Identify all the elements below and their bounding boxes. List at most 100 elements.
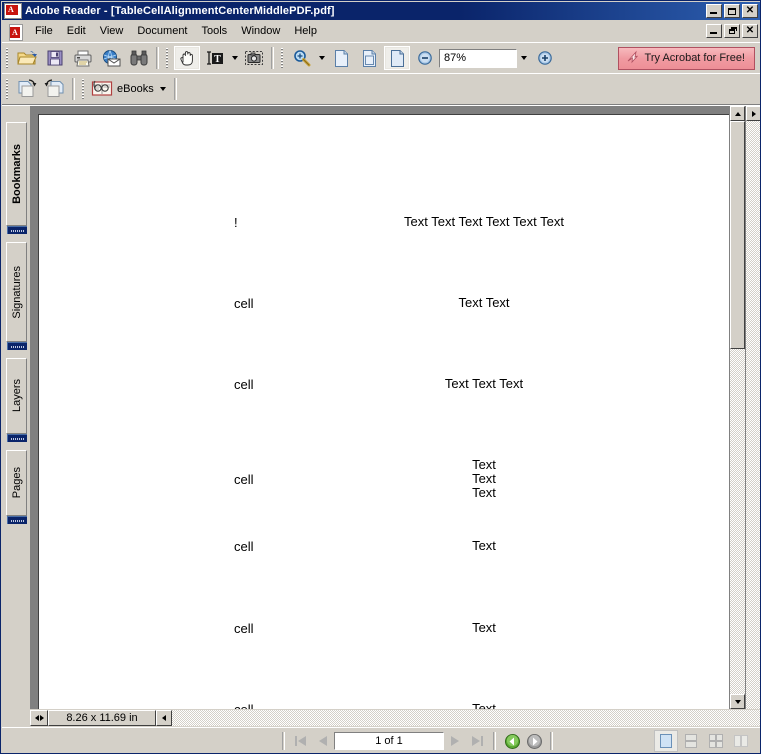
page-size-bar: 8.26 x 11.69 in: [2, 709, 760, 727]
binoculars-search-icon[interactable]: [126, 46, 152, 70]
status-separator-1: [282, 732, 285, 750]
document-vertical-scrollbar[interactable]: [745, 106, 760, 709]
toolbar-grip-navigation[interactable]: [5, 78, 11, 100]
menu-item-document[interactable]: Document: [130, 22, 194, 40]
layers-tab-handle[interactable]: [7, 434, 27, 442]
table-cell-text-line: Text: [472, 485, 496, 500]
page-scroll-down-button[interactable]: [730, 694, 745, 709]
table-cell-text: Text Text Text: [339, 377, 629, 391]
zoom-level-input[interactable]: 87%: [439, 48, 517, 68]
adobe-reader-window: Adobe Reader - [TableCellAlignmentCenter…: [0, 0, 761, 754]
text-select-icon[interactable]: T: [202, 46, 228, 70]
table-cell-text: Text Text: [339, 296, 629, 310]
sidebar-tab-bookmarks[interactable]: Bookmarks: [6, 122, 27, 226]
title-bar: Adobe Reader - [TableCellAlignmentCenter…: [2, 2, 760, 20]
sidebar-tab-layers[interactable]: Layers: [6, 358, 27, 434]
table-cell-text-line: Text Text Text: [444, 376, 524, 391]
zoom-level-dropdown-icon[interactable]: [517, 48, 531, 68]
toolbar-grip-zoom[interactable]: [280, 47, 286, 69]
try-acrobat-promo-button[interactable]: Try Acrobat for Free!: [617, 46, 755, 70]
printer-icon[interactable]: [70, 46, 96, 70]
page-scroll-up-button[interactable]: [730, 106, 745, 121]
text-select-dropdown-icon[interactable]: [229, 47, 240, 69]
document-view[interactable]: ! Text Text Text Text Text Text cell Tex…: [31, 106, 760, 709]
single-page-view-icon[interactable]: [654, 730, 678, 752]
sidebar-tab-pages[interactable]: Pages: [6, 450, 27, 516]
table-cell-label: !: [234, 215, 238, 230]
toolbar-separator-1: [156, 47, 159, 69]
email-globe-icon[interactable]: [98, 46, 124, 70]
document-minimize-button[interactable]: [706, 24, 722, 38]
table-cell-text: Text: [339, 539, 629, 553]
page-number-input[interactable]: 1 of 1: [334, 732, 444, 750]
document-restore-button[interactable]: [724, 24, 740, 38]
continuous-facing-view-icon[interactable]: [704, 730, 728, 752]
ebooks-book-icon: [91, 78, 113, 101]
menu-item-view[interactable]: View: [93, 22, 131, 40]
forward-gray-circle-icon[interactable]: [523, 731, 545, 752]
pdf-page: ! Text Text Text Text Text Text cell Tex…: [38, 114, 738, 709]
svg-text:T: T: [214, 54, 221, 65]
horizontal-resize-icon[interactable]: [30, 710, 48, 726]
next-view-page-icon[interactable]: [42, 77, 68, 101]
menu-item-window[interactable]: Window: [234, 22, 287, 40]
last-page-icon[interactable]: [466, 731, 488, 752]
maximize-button[interactable]: [724, 4, 740, 18]
hand-tool-icon[interactable]: [174, 46, 200, 70]
table-cell-text: Text: [339, 621, 629, 635]
workspace: Bookmarks Signatures Layers Pages ! Text…: [2, 105, 760, 709]
sidebar-tab-bookmarks-label: Bookmarks: [10, 144, 23, 204]
table-cell-label: cell: [234, 702, 254, 709]
horizontal-scroll-track[interactable]: [156, 710, 760, 726]
ebooks-button[interactable]: eBooks: [89, 77, 171, 101]
ebooks-dropdown-icon[interactable]: [158, 78, 169, 100]
zoom-in-circle-icon[interactable]: [532, 46, 558, 70]
actual-size-page-icon[interactable]: [328, 46, 354, 70]
bookmarks-tab-handle[interactable]: [7, 226, 27, 234]
fit-width-page-icon[interactable]: [384, 46, 410, 70]
table-cell-text-line: Text: [472, 471, 496, 486]
menu-item-tools[interactable]: Tools: [195, 22, 235, 40]
table-cell-text-line: Text: [472, 457, 496, 472]
document-window-icon[interactable]: A: [7, 23, 24, 41]
try-acrobat-promo-label: Try Acrobat for Free!: [644, 52, 745, 64]
adobe-reader-app-icon: [4, 3, 22, 19]
save-floppy-icon[interactable]: [42, 46, 68, 70]
fit-page-icon[interactable]: [356, 46, 382, 70]
toolbar-grip-tools[interactable]: [165, 47, 171, 69]
sidebar-tab-pages-label: Pages: [10, 467, 23, 499]
snapshot-camera-icon[interactable]: [241, 46, 267, 70]
menu-item-file[interactable]: File: [28, 22, 60, 40]
toolbar-grip-file[interactable]: [5, 47, 11, 69]
pages-tab-handle[interactable]: [7, 516, 27, 524]
toolbar-grip-ebooks[interactable]: [81, 78, 87, 100]
document-scroll-right-button[interactable]: [746, 106, 760, 121]
menu-item-edit[interactable]: Edit: [60, 22, 93, 40]
continuous-view-icon[interactable]: [679, 730, 703, 752]
sidebar-tab-signatures[interactable]: Signatures: [6, 242, 27, 342]
page-scroll-thumb[interactable]: [730, 121, 745, 349]
document-scroll-track[interactable]: [746, 121, 760, 709]
back-green-circle-icon[interactable]: [501, 731, 523, 752]
menu-item-help[interactable]: Help: [287, 22, 324, 40]
signatures-tab-handle[interactable]: [7, 342, 27, 350]
previous-page-icon[interactable]: [312, 731, 334, 752]
next-page-icon[interactable]: [444, 731, 466, 752]
previous-view-page-icon[interactable]: [14, 77, 40, 101]
zoom-out-circle-icon[interactable]: [412, 46, 438, 70]
facing-view-icon[interactable]: [729, 730, 753, 752]
status-separator-2: [493, 732, 496, 750]
page-vertical-scrollbar[interactable]: [729, 106, 745, 709]
open-folder-icon[interactable]: [14, 46, 40, 70]
navigation-tab-strip: Bookmarks Signatures Layers Pages: [2, 106, 31, 709]
first-page-icon[interactable]: [290, 731, 312, 752]
table-cell-label: cell: [234, 296, 254, 311]
document-close-button[interactable]: ✕: [742, 24, 758, 38]
table-cell-text-line: Text: [472, 620, 496, 635]
minimize-button[interactable]: [706, 4, 722, 18]
close-button[interactable]: ✕: [742, 4, 758, 18]
table-cell-text-line: Text: [472, 538, 496, 553]
scroll-left-arrow-icon[interactable]: [156, 710, 172, 726]
zoom-dropdown-icon[interactable]: [316, 47, 327, 69]
magnifier-zoom-icon[interactable]: [289, 46, 315, 70]
